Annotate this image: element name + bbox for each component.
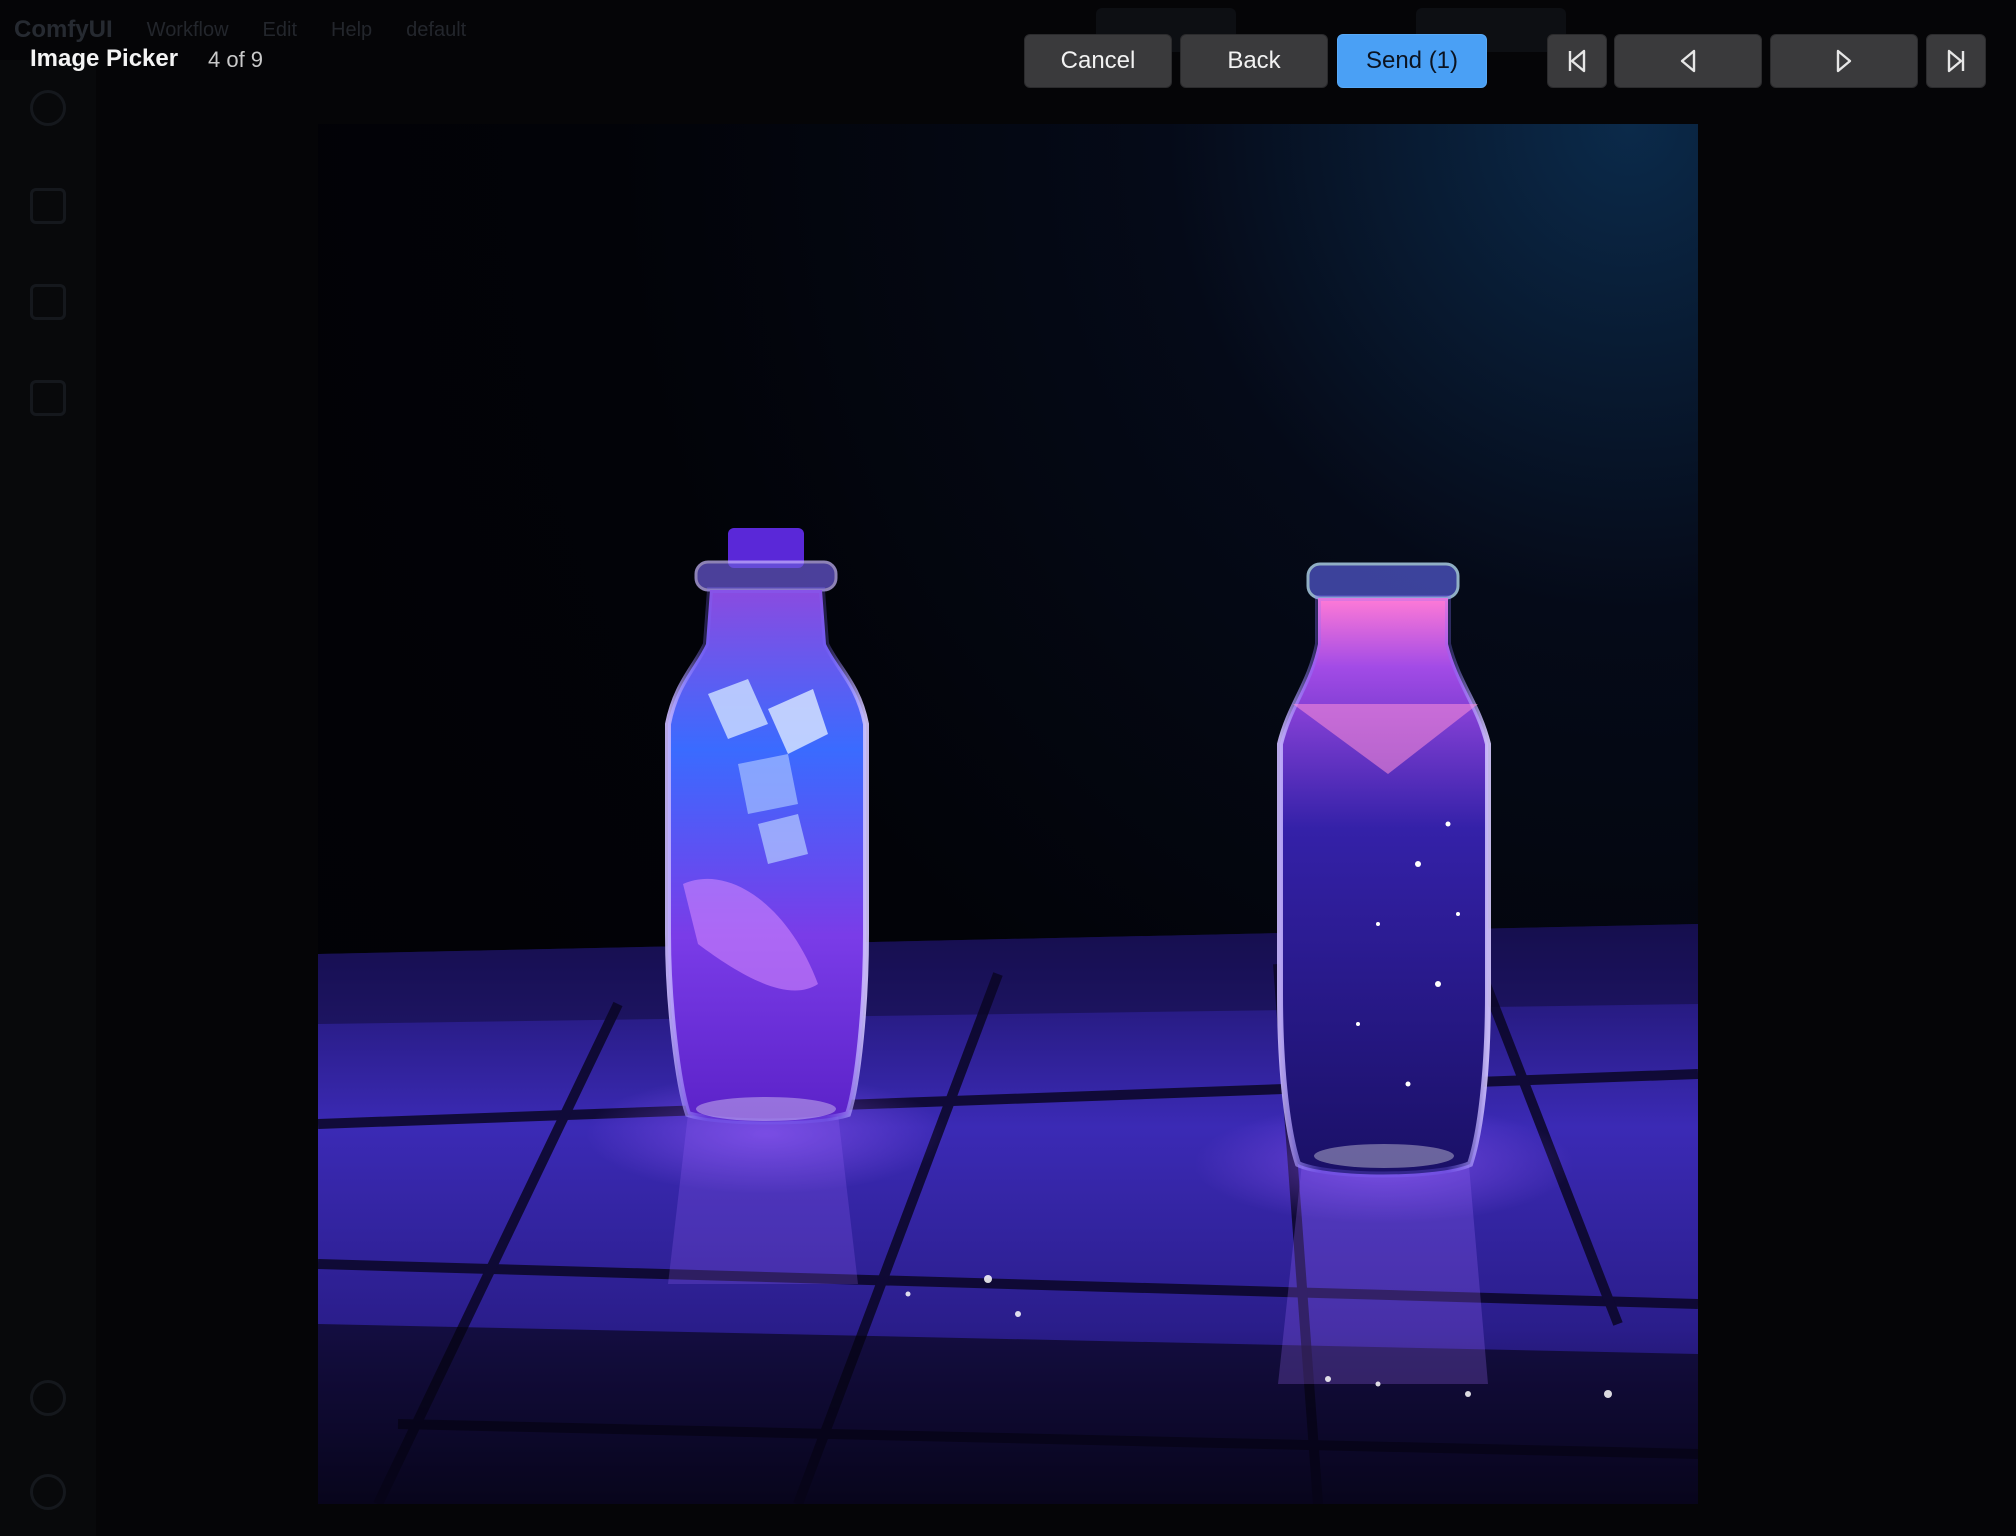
triangle-left-icon xyxy=(1680,49,1696,73)
back-button[interactable]: Back xyxy=(1180,34,1328,88)
skip-first-icon xyxy=(1568,49,1586,73)
triangle-right-icon xyxy=(1836,49,1852,73)
queue-icon xyxy=(30,188,66,224)
skip-last-icon xyxy=(1947,49,1965,73)
picker-position: 4 of 9 xyxy=(208,47,264,72)
cube-icon xyxy=(30,284,66,320)
last-image-button[interactable] xyxy=(1926,34,1986,88)
picker-title: Image Picker xyxy=(30,45,179,72)
previous-image-button[interactable] xyxy=(1614,34,1762,88)
right-bottle xyxy=(1277,562,1491,1178)
next-image-button[interactable] xyxy=(1770,34,1918,88)
bottles-illustration xyxy=(318,528,1698,1504)
left-bottle xyxy=(665,528,869,1125)
preview-image[interactable] xyxy=(318,124,1698,1504)
first-image-button[interactable] xyxy=(1547,34,1607,88)
gear-icon xyxy=(30,1474,66,1510)
image-picker-header: Image Picker 4 of 9 Cancel Back Send (1) xyxy=(0,0,2016,120)
send-button[interactable]: Send (1) xyxy=(1337,34,1487,88)
comfyui-app: ComfyUI Workflow Edit Help default Image… xyxy=(0,0,2016,1536)
folder-icon xyxy=(30,380,66,416)
moon-icon xyxy=(30,1380,66,1416)
cancel-button[interactable]: Cancel xyxy=(1024,34,1172,88)
underlay-sidebar xyxy=(0,60,96,1536)
